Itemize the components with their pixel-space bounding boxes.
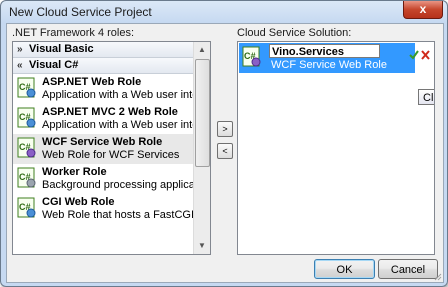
role-description: Application with a Web user interface (42, 89, 211, 101)
close-button[interactable]: x (403, 1, 443, 19)
role-name: CGI Web Role (42, 196, 115, 208)
close-icon: x (419, 2, 427, 16)
role-name-input[interactable]: Vino.Services (269, 44, 380, 58)
role-description: Background processing application (42, 179, 211, 191)
remove-role-button[interactable]: < (217, 143, 233, 159)
role-description: Web Role that hosts a FastCGI Applicatio… (42, 209, 210, 221)
solution-label: Cloud Service Solution: (237, 27, 352, 39)
role-item-aspnet-mvc2[interactable]: C# ASP.NET MVC 2 Web Role Application wi… (13, 104, 210, 134)
role-item-cgi-web[interactable]: C# CGI Web Role Web Role that hosts a Fa… (13, 194, 210, 224)
wcf-role-icon: C# (242, 46, 261, 67)
role-name: Worker Role (42, 166, 107, 178)
tooltip: Click to (418, 89, 434, 105)
collapse-chevron-icon[interactable]: « (17, 58, 23, 73)
role-name: ASP.NET Web Role (42, 76, 142, 88)
group-visual-basic[interactable]: » Visual Basic (13, 42, 210, 58)
role-name: ASP.NET MVC 2 Web Role (42, 106, 178, 118)
role-name: WCF Service Web Role (42, 136, 163, 148)
scroll-up-arrow-icon[interactable]: ▲ (194, 42, 210, 58)
cgi-role-icon: C# (17, 197, 36, 218)
scroll-down-arrow-icon[interactable]: ▼ (194, 238, 210, 254)
dialog-client: .NET Framework 4 roles: » Visual Basic «… (6, 23, 444, 283)
solution-list[interactable]: C# Vino.Services WCF Service Web Role Cl… (237, 41, 435, 255)
solution-item-description: WCF Service Web Role (271, 59, 387, 71)
role-item-aspnet-web[interactable]: C# ASP.NET Web Role Application with a W… (13, 74, 210, 104)
expand-chevron-icon[interactable]: » (17, 42, 23, 57)
group-visual-csharp[interactable]: « Visual C# (13, 58, 210, 74)
worker-role-icon: C# (17, 167, 36, 188)
role-item-worker[interactable]: C# Worker Role Background processing app… (13, 164, 210, 194)
add-role-button[interactable]: > (217, 121, 233, 137)
resize-grip-icon[interactable] (432, 271, 442, 281)
ok-button[interactable]: OK (314, 259, 375, 279)
remove-role-icon[interactable] (421, 50, 430, 60)
roles-scrollbar[interactable]: ▲ ▼ (193, 42, 210, 254)
web-role-icon: C# (17, 77, 36, 98)
solution-item[interactable]: C# Vino.Services WCF Service Web Role (239, 43, 415, 73)
mvc-role-icon: C# (17, 107, 36, 128)
group-label: Visual Basic (29, 43, 94, 55)
role-description: Application with a Web user interface us… (42, 119, 210, 131)
role-description: Web Role for WCF Services (42, 149, 180, 161)
title-bar[interactable]: New Cloud Service Project x (1, 1, 447, 23)
roles-label: .NET Framework 4 roles: (12, 27, 135, 39)
window-title: New Cloud Service Project (9, 5, 152, 19)
rename-check-icon[interactable] (409, 50, 419, 60)
roles-list[interactable]: » Visual Basic « Visual C# C# ASP.NET We… (12, 41, 211, 255)
scroll-thumb[interactable] (195, 59, 210, 167)
dialog-window: New Cloud Service Project x .NET Framewo… (0, 0, 448, 287)
role-item-wcf-service[interactable]: C# WCF Service Web Role Web Role for WCF… (13, 134, 210, 164)
group-label: Visual C# (29, 59, 79, 71)
wcf-role-icon: C# (17, 137, 36, 158)
cancel-button[interactable]: Cancel (378, 259, 438, 279)
